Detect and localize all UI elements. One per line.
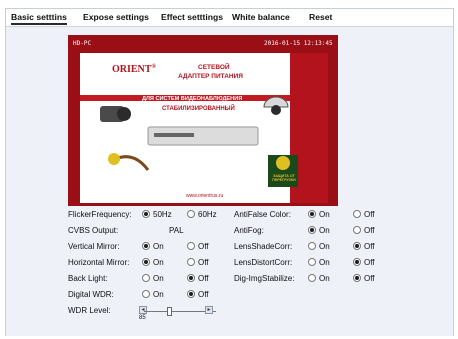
horizontal-mirror-off-label: Off: [198, 258, 209, 267]
vertical-mirror-off-label: Off: [198, 242, 209, 251]
radio-circle-icon: [187, 290, 195, 298]
box-text-line1: СЕТЕВОЙ: [198, 64, 230, 71]
radio-circle-icon: [142, 274, 150, 282]
antifog-label: AntiFog:: [234, 226, 264, 235]
antifog-on-radio[interactable]: On: [308, 226, 330, 235]
radio-circle-icon: [308, 210, 316, 218]
flicker-60hz-label: 60Hz: [198, 210, 217, 219]
settings-window: Basic setttins Expose settings Effect se…: [5, 8, 454, 336]
horizontal-mirror-off-radio[interactable]: Off: [187, 258, 209, 267]
radio-circle-icon: [142, 210, 150, 218]
box-text-line3: ДЛЯ СИСТЕМ ВИДЕОНАБЛЮДЕНИЯ: [142, 96, 243, 102]
cvbs-output-value[interactable]: PAL: [169, 226, 184, 235]
flicker-50hz-radio[interactable]: 50Hz: [142, 210, 172, 219]
digital-wdr-on-radio[interactable]: On: [142, 290, 164, 299]
lens-shade-corr-off-radio[interactable]: Off: [353, 242, 375, 251]
radio-circle-icon: [308, 274, 316, 282]
cvbs-output-label: CVBS Output:: [68, 226, 119, 235]
radio-circle-icon: [353, 258, 361, 266]
antifalse-color-on-label: On: [319, 210, 330, 219]
antifalse-color-off-label: Off: [364, 210, 375, 219]
digital-wdr-label: Digital WDR:: [68, 290, 114, 299]
digital-wdr-off-label: Off: [198, 290, 209, 299]
lens-distort-corr-label: LensDistortCorr:: [234, 258, 293, 267]
lens-distort-corr-on-radio[interactable]: On: [308, 258, 330, 267]
digital-wdr-on-label: On: [153, 290, 164, 299]
radio-circle-icon: [142, 258, 150, 266]
radio-circle-icon: [187, 274, 195, 282]
antifog-on-label: On: [319, 226, 330, 235]
radio-circle-icon: [187, 210, 195, 218]
back-light-off-label: Off: [198, 274, 209, 283]
vertical-mirror-on-label: On: [153, 242, 164, 251]
lens-shade-corr-on-label: On: [319, 242, 330, 251]
flicker-50hz-label: 50Hz: [153, 210, 172, 219]
basic-settings-panel: HD-PC 2016-01-15 12:13:45 ORIENT® СЕТЕВО…: [6, 27, 453, 336]
antifog-off-label: Off: [364, 226, 375, 235]
lens-distort-corr-on-label: On: [319, 258, 330, 267]
horizontal-mirror-on-label: On: [153, 258, 164, 267]
radio-circle-icon: [142, 242, 150, 250]
tab-expose-settings[interactable]: Expose settings: [83, 12, 149, 22]
box-text-line4: СТАБИЛИЗИРОВАННЫЙ: [162, 106, 235, 112]
back-light-off-radio[interactable]: Off: [187, 274, 209, 283]
back-light-on-radio[interactable]: On: [142, 274, 164, 283]
dig-img-stabilize-off-label: Off: [364, 274, 375, 283]
slider-thumb[interactable]: [167, 307, 173, 316]
radio-circle-icon: [353, 210, 361, 218]
overlay-timestamp: 2016-01-15 12:13:45: [264, 40, 333, 47]
box-badge: ЗАЩИТА ОТ ПЕРЕГРУЗКИ: [272, 174, 296, 182]
radio-circle-icon: [353, 274, 361, 282]
box-url: www.orientrus.ru: [186, 193, 224, 199]
back-light-label: Back Light:: [68, 274, 108, 283]
vertical-mirror-label: Vertical Mirror:: [68, 242, 120, 251]
tab-basic-settings[interactable]: Basic setttins: [11, 12, 67, 25]
radio-circle-icon: [308, 258, 316, 266]
flicker-60hz-radio[interactable]: 60Hz: [187, 210, 217, 219]
dig-img-stabilize-off-radio[interactable]: Off: [353, 274, 375, 283]
radio-circle-icon: [353, 242, 361, 250]
dig-img-stabilize-label: Dig-ImgStabilize:: [234, 274, 295, 283]
slider-decrease-arrow-icon[interactable]: ◂: [139, 306, 147, 314]
wdr-level-value: 85: [139, 315, 146, 321]
flicker-frequency-label: FlickerFrequency:: [68, 210, 132, 219]
lens-shade-corr-label: LensShadeCorr:: [234, 242, 293, 251]
video-preview: HD-PC 2016-01-15 12:13:45 ORIENT® СЕТЕВО…: [68, 35, 338, 206]
back-light-on-label: On: [153, 274, 164, 283]
radio-circle-icon: [187, 242, 195, 250]
radio-circle-icon: [142, 290, 150, 298]
digital-wdr-off-radio[interactable]: Off: [187, 290, 209, 299]
overlay-channel-label: HD-PC: [73, 40, 92, 47]
horizontal-mirror-on-radio[interactable]: On: [142, 258, 164, 267]
tab-reset[interactable]: Reset: [309, 12, 332, 22]
lens-shade-corr-off-label: Off: [364, 242, 375, 251]
dig-img-stabilize-on-label: On: [319, 274, 330, 283]
antifog-off-radio[interactable]: Off: [353, 226, 375, 235]
lens-distort-corr-off-label: Off: [364, 258, 375, 267]
dig-img-stabilize-on-radio[interactable]: On: [308, 274, 330, 283]
radio-circle-icon: [353, 226, 361, 234]
wdr-level-label: WDR Level:: [68, 306, 111, 315]
slider-increase-arrow-icon[interactable]: ▸: [205, 306, 213, 314]
radio-circle-icon: [187, 258, 195, 266]
box-text-line2: АДАПТЕР ПИТАНИЯ: [178, 73, 243, 80]
video-frame-graphic: [68, 35, 338, 206]
tab-bar: Basic setttins Expose settings Effect se…: [6, 9, 453, 27]
tab-white-balance[interactable]: White balance: [232, 12, 290, 22]
radio-circle-icon: [308, 242, 316, 250]
lens-distort-corr-off-radio[interactable]: Off: [353, 258, 375, 267]
antifalse-color-off-radio[interactable]: Off: [353, 210, 375, 219]
antifalse-color-label: AntiFalse Color:: [234, 210, 291, 219]
radio-circle-icon: [308, 226, 316, 234]
brand-logo: ORIENT®: [112, 64, 156, 75]
tab-effect-settings[interactable]: Effect setttings: [161, 12, 223, 22]
vertical-mirror-off-radio[interactable]: Off: [187, 242, 209, 251]
horizontal-mirror-label: Horizontal Mirror:: [68, 258, 130, 267]
vertical-mirror-on-radio[interactable]: On: [142, 242, 164, 251]
lens-shade-corr-on-radio[interactable]: On: [308, 242, 330, 251]
antifalse-color-on-radio[interactable]: On: [308, 210, 330, 219]
